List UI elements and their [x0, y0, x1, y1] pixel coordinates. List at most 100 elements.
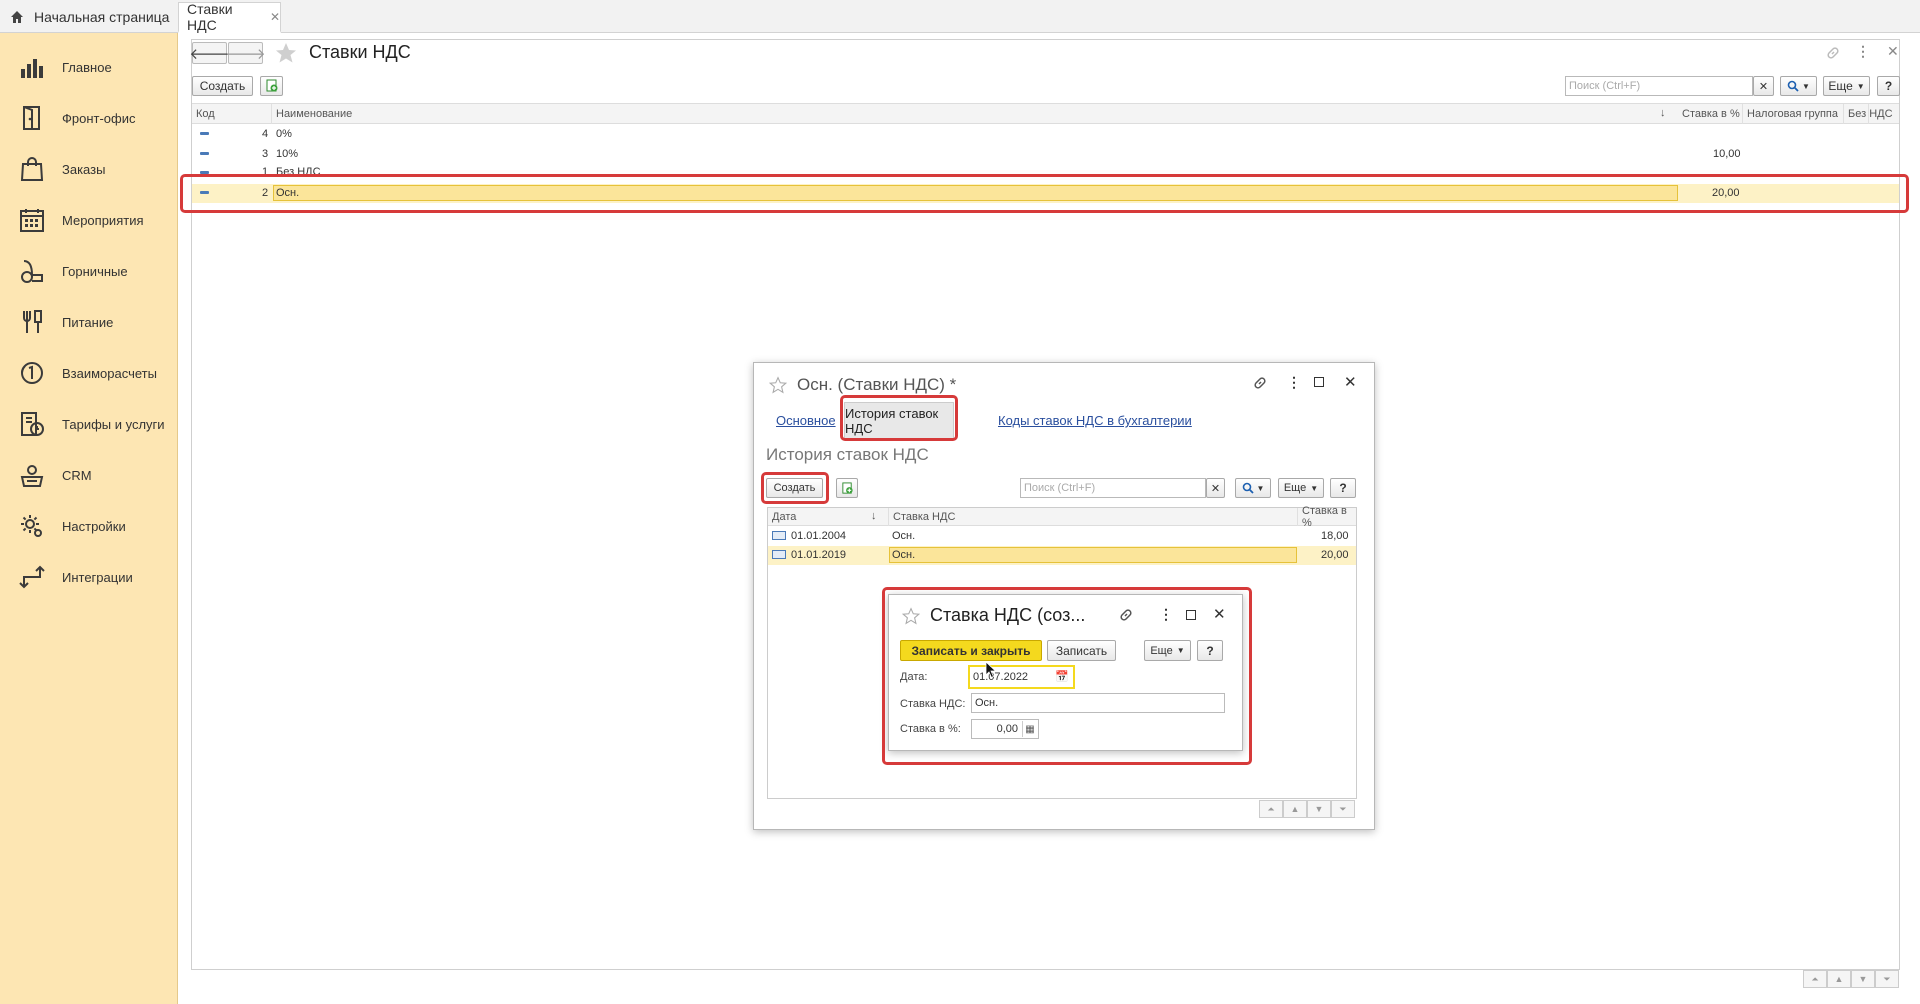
tab-bar: Начальная страница Ставки НДС ✕: [0, 0, 1920, 33]
sidebar-item-settings[interactable]: Настройки: [0, 501, 178, 551]
column-header-tax-group[interactable]: Налоговая группа: [1743, 104, 1844, 124]
copy-icon: [841, 481, 853, 494]
favorite-star-icon[interactable]: [275, 42, 297, 64]
row-date: 01.01.2019: [791, 549, 847, 561]
sidebar-item-label: Питание: [62, 314, 114, 330]
close-form-icon[interactable]: ✕: [1887, 43, 1899, 60]
forward-button[interactable]: 🡒: [225, 42, 266, 64]
sidebar-item-label: Интеграции: [62, 569, 133, 585]
sidebar-item-integrations[interactable]: Интеграции: [0, 552, 178, 602]
row-date: 01.01.2004: [791, 530, 847, 542]
scroll-first-icon[interactable]: ⏶: [1803, 970, 1827, 988]
search-input[interactable]: Поиск (Ctrl+F): [1020, 478, 1206, 498]
maximize-icon[interactable]: [1314, 377, 1324, 387]
sidebar-item-label: Настройки: [62, 518, 126, 534]
sidebar-item-orders[interactable]: Заказы: [0, 144, 178, 194]
tab-vat-rates[interactable]: Ставки НДС ✕: [178, 1, 281, 33]
row-name: 10%: [276, 148, 299, 160]
item-icon: [200, 152, 209, 155]
dropdown-arrow-icon: ▼: [1802, 81, 1810, 91]
row-vat: Осн.: [892, 549, 916, 561]
column-header-name[interactable]: Наименование: [272, 104, 1869, 124]
tab-vat-codes[interactable]: Коды ставок НДС в бухгалтерии: [998, 413, 1192, 428]
tab-home[interactable]: Начальная страница: [0, 0, 178, 33]
food-icon: [23, 310, 42, 333]
crm-icon: [20, 465, 44, 487]
back-button[interactable]: 🡐: [189, 42, 230, 64]
clear-search-button[interactable]: ✕: [1206, 478, 1225, 498]
sidebar-item-label: Заказы: [62, 161, 106, 177]
favorite-star-icon[interactable]: [769, 376, 787, 394]
sidebar: Главное Фронт-офис Заказы Мероприятия Го…: [0, 33, 178, 1004]
column-header-rate[interactable]: Ставка в %: [1298, 505, 1356, 529]
sidebar-item-crm[interactable]: CRM: [0, 450, 178, 500]
column-header-no-vat[interactable]: Без НДС: [1844, 104, 1899, 124]
sidebar-item-label: Фронт-офис: [62, 110, 136, 126]
table-row-selected[interactable]: 01.01.2019 Осн. 20,00: [768, 546, 1356, 565]
record-icon: [772, 531, 786, 540]
create-button[interactable]: Создать: [192, 76, 253, 96]
more-button[interactable]: Еще ▼: [1278, 478, 1324, 498]
scroll-first-icon[interactable]: ⏶: [1259, 800, 1283, 818]
close-dialog-icon[interactable]: ✕: [1344, 373, 1357, 391]
copy-button[interactable]: [836, 478, 858, 498]
scroll-down-icon[interactable]: ▼: [1307, 800, 1331, 818]
sidebar-item-housekeeping[interactable]: Горничные: [0, 246, 178, 296]
copy-button[interactable]: [260, 76, 283, 96]
link-icon[interactable]: [1252, 375, 1268, 391]
sidebar-item-settlements[interactable]: Взаиморасчеты: [0, 348, 178, 398]
search-button[interactable]: ▼: [1235, 478, 1271, 498]
more-menu-icon[interactable]: ⋮: [1856, 43, 1870, 60]
tab-basic[interactable]: Основное: [776, 413, 836, 428]
tariff-icon: [21, 412, 44, 436]
sidebar-item-tariffs[interactable]: Тарифы и услуги: [0, 399, 178, 449]
dropdown-arrow-icon: ▼: [1856, 81, 1865, 91]
scroll-last-icon[interactable]: ⏷: [1331, 800, 1355, 818]
more-menu-icon[interactable]: ⋮: [1287, 374, 1301, 391]
clear-search-button[interactable]: ✕: [1753, 76, 1774, 96]
sidebar-item-label: Мероприятия: [62, 212, 144, 228]
search-button[interactable]: ▼: [1780, 76, 1817, 96]
dialog-title: Осн. (Ставки НДС) *: [797, 375, 957, 394]
door-icon: [23, 106, 40, 130]
table-row[interactable]: 01.01.2004 Осн. 18,00: [768, 527, 1356, 546]
row-rate: 18,00: [1321, 530, 1349, 542]
sidebar-item-label: Главное: [62, 59, 112, 75]
column-header-vat[interactable]: Ставка НДС: [889, 508, 1298, 526]
sidebar-item-label: Тарифы и услуги: [62, 416, 165, 432]
link-icon[interactable]: [1825, 45, 1841, 61]
scroll-down-icon[interactable]: ▼: [1851, 970, 1875, 988]
chart-icon: [21, 59, 43, 78]
highlight-frame: [882, 587, 1252, 765]
help-button[interactable]: ?: [1330, 478, 1356, 498]
close-tab-icon[interactable]: ✕: [270, 10, 280, 24]
more-button[interactable]: Еще ▼: [1823, 76, 1870, 96]
table-row[interactable]: 3 10% 10,00: [192, 145, 1899, 164]
scroll-up-icon[interactable]: ▲: [1827, 970, 1851, 988]
column-header-code[interactable]: Код: [192, 104, 272, 124]
sidebar-item-events[interactable]: Мероприятия: [0, 195, 178, 245]
search-input[interactable]: Поиск (Ctrl+F): [1565, 76, 1753, 96]
sidebar-item-main[interactable]: Главное: [0, 42, 178, 92]
sort-arrow-icon: ↓: [871, 510, 877, 522]
row-rate: 20,00: [1321, 549, 1349, 561]
sidebar-item-food[interactable]: Питание: [0, 297, 178, 347]
highlight-frame: [761, 472, 829, 504]
sidebar-item-front-office[interactable]: Фронт-офис: [0, 93, 178, 143]
sort-arrow-icon: ↓: [1660, 107, 1666, 119]
scroll-last-icon[interactable]: ⏷: [1875, 970, 1899, 988]
integration-icon: [19, 565, 45, 589]
highlight-frame: [180, 174, 1909, 213]
column-header-rate[interactable]: Ставка в %: [1678, 104, 1743, 124]
record-icon: [772, 550, 786, 559]
bag-icon: [20, 157, 44, 181]
search-icon: [1787, 80, 1799, 92]
row-rate: 10,00: [1713, 148, 1741, 160]
table-row[interactable]: 4 0%: [192, 125, 1899, 144]
row-vat: Осн.: [892, 530, 916, 542]
tab-vat-rates-label: Ставки НДС: [187, 1, 233, 33]
help-button[interactable]: ?: [1877, 76, 1900, 96]
scroll-up-icon[interactable]: ▲: [1283, 800, 1307, 818]
sidebar-item-label: Взаиморасчеты: [62, 365, 157, 381]
table-header: Дата ↓ Ставка НДС Ставка в %: [768, 505, 1356, 529]
